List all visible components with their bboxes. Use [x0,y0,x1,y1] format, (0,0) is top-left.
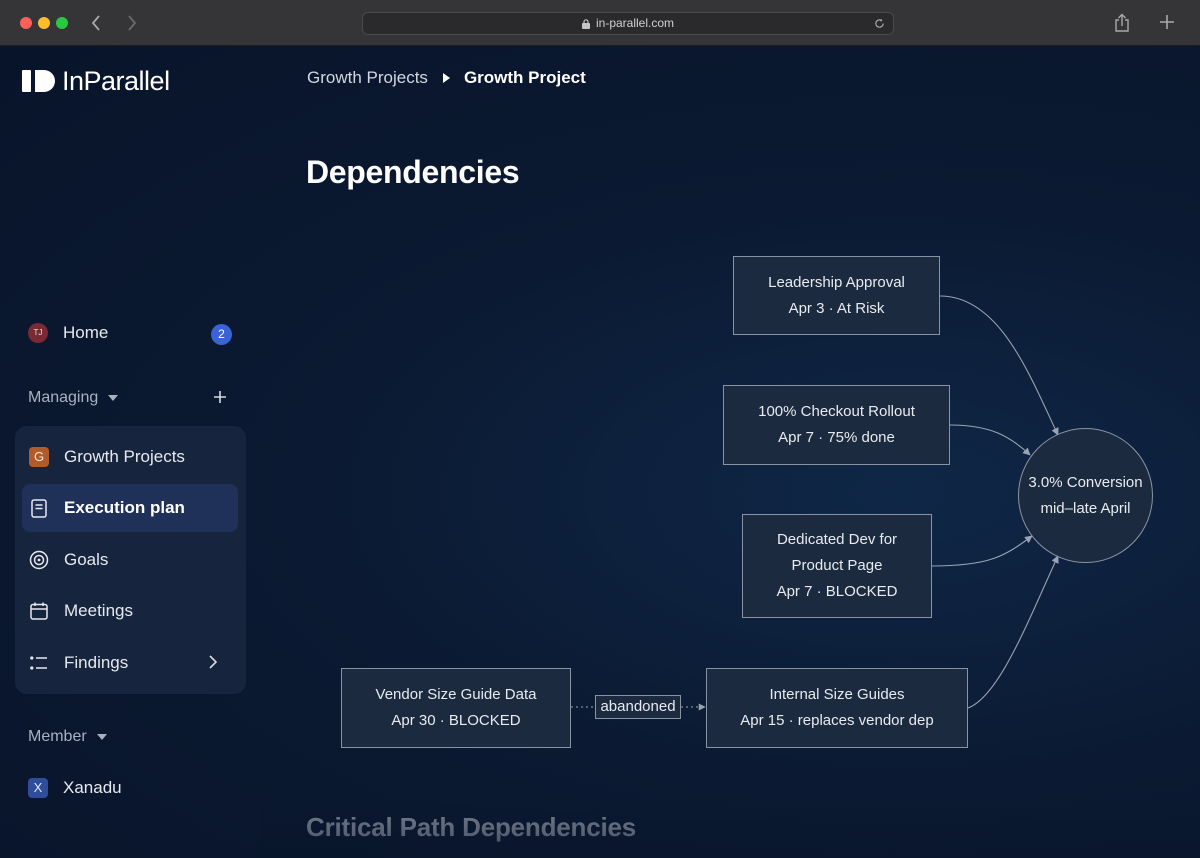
chevron-left-icon [91,15,100,31]
node-vendor-size-guide[interactable]: Vendor Size Guide Data Apr 30 · BLOCKED [341,668,571,748]
node-dedicated-dev[interactable]: Dedicated Dev for Product Page Apr 7 · B… [742,514,932,618]
node-status: Apr 7 · 75% done [778,429,895,446]
node-status: Apr 15 · replaces vendor dep [740,712,934,729]
node-title: Vendor Size Guide Data [375,686,537,703]
node-leadership-approval[interactable]: Leadership Approval Apr 3 · At Risk [733,256,940,335]
edge-label-abandoned: abandoned [595,695,681,719]
node-title: Dedicated Dev for [776,531,898,548]
node-title: Leadership Approval [768,273,905,291]
node-title-continued: Product Page [791,557,883,574]
node-status: Apr 3 · At Risk [788,299,885,317]
edge-leadership-to-goal [939,295,1059,436]
node-status: Apr 7 · BLOCKED [776,583,898,600]
node-status: Apr 30 · BLOCKED [391,712,521,729]
forward-button[interactable] [122,12,142,34]
new-tab-button[interactable] [1156,10,1178,34]
node-checkout-rollout[interactable]: 100% Checkout Rollout Apr 7 · 75% done [723,385,950,465]
edge-internal-to-goal [967,555,1059,709]
edge-dev-to-goal [930,535,1033,567]
node-internal-size-guides[interactable]: Internal Size Guides Apr 15 · replaces v… [706,668,968,748]
lock-icon [581,19,590,29]
close-window-button[interactable] [20,17,32,29]
zoom-window-button[interactable] [56,17,68,29]
edge-checkout-to-goal [949,424,1031,456]
browser-toolbar: in-parallel.com [0,0,1200,46]
node-title: Internal Size Guides [769,686,905,703]
url-text: in-parallel.com [595,16,675,30]
goal-timing: mid–late April [1040,499,1131,517]
share-icon[interactable] [1114,13,1132,33]
plus-icon [1160,15,1174,29]
node-conversion-goal[interactable]: 3.0% Conversion mid–late April [1018,428,1153,563]
dependency-diagram [571,295,1059,711]
minimize-window-button[interactable] [38,17,50,29]
address-bar[interactable]: in-parallel.com [362,12,894,35]
back-button[interactable] [86,12,106,34]
node-title: 100% Checkout Rollout [758,403,915,420]
app-window: InParallel TJ Home 2 Managing G Growth P… [0,46,1200,858]
chevron-right-icon [128,15,137,31]
goal-title: 3.0% Conversion [1028,473,1143,491]
reload-icon[interactable] [874,13,885,36]
critical-path-heading: Critical Path Dependencies [306,812,637,842]
